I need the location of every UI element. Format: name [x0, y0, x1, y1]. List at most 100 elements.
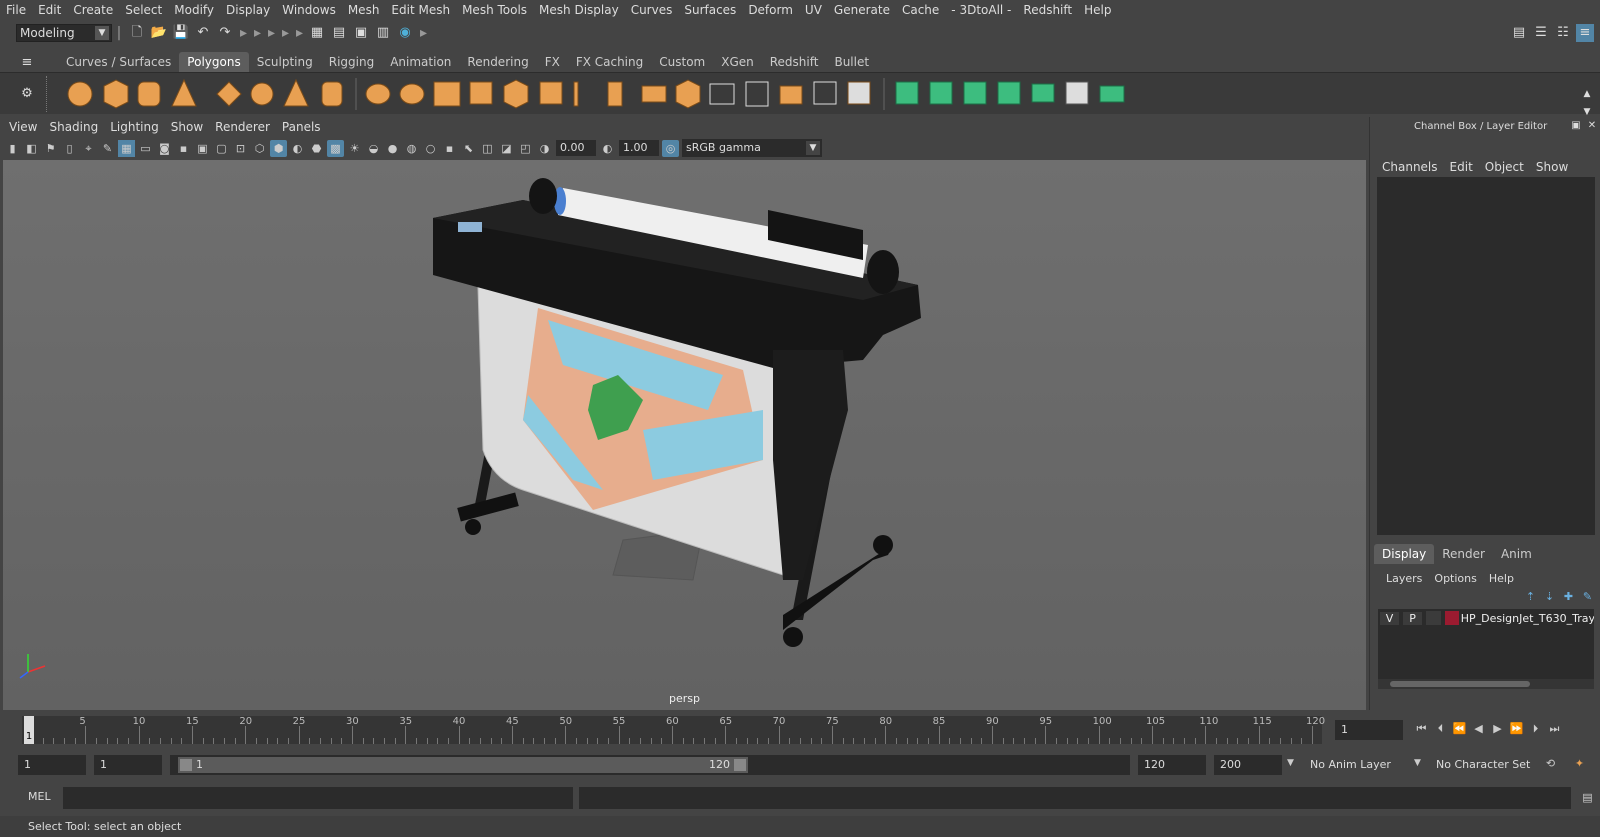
shelf-icons[interactable]	[58, 76, 1498, 112]
close-icon[interactable]: ✕	[1586, 117, 1598, 135]
menu-mesh-display[interactable]: Mesh Display	[533, 3, 625, 17]
layer-menu-options[interactable]: Options	[1428, 572, 1482, 585]
mode-selector[interactable]: Modeling ▼	[16, 24, 112, 42]
menu-modify[interactable]: Modify	[168, 3, 220, 17]
exposure-field[interactable]: 0.00	[556, 140, 596, 156]
current-time-marker[interactable]: 1	[24, 716, 34, 744]
xray-components-icon[interactable]: ◰	[517, 140, 534, 157]
auto-key-icon[interactable]: ⟲	[1542, 755, 1559, 772]
undo-icon[interactable]: ↶	[194, 24, 212, 42]
save-scene-icon[interactable]: 💾	[172, 24, 190, 42]
scrollbar-thumb[interactable]	[1390, 681, 1530, 687]
layer-visibility-toggle[interactable]: V	[1380, 611, 1400, 625]
color-space-dropdown[interactable]: sRGB gamma ▼	[682, 139, 822, 157]
channel-box-menu-channels[interactable]: Channels	[1376, 160, 1444, 174]
channel-box-menu-show[interactable]: Show	[1530, 160, 1574, 174]
shelf-settings-icon[interactable]: ⚙	[18, 85, 36, 103]
go-to-end-icon[interactable]: ⏭	[1546, 720, 1563, 737]
viewport-menu-panels[interactable]: Panels	[276, 120, 327, 134]
bookmark-icon[interactable]: ⚑	[42, 140, 59, 157]
ipr-render-icon[interactable]: ▣	[352, 24, 370, 42]
render-settings-icon[interactable]: ▥	[374, 24, 392, 42]
color-management-icon[interactable]: ◎	[662, 139, 679, 157]
channel-box-menu-object[interactable]: Object	[1479, 160, 1530, 174]
workspace-icon[interactable]: ▤	[1510, 24, 1528, 42]
shadows-icon[interactable]: ◒	[365, 140, 382, 157]
layer-tab-display[interactable]: Display	[1374, 544, 1435, 564]
hypershade-icon[interactable]: ◉	[396, 24, 414, 42]
step-forward-key-icon[interactable]: ⏩	[1508, 720, 1525, 737]
range-slider-handle[interactable]: 1 120	[178, 757, 748, 773]
viewport-persp[interactable]: persp	[3, 160, 1366, 710]
range-end-knob[interactable]	[734, 759, 746, 771]
scene-end-field[interactable]: 200	[1214, 755, 1282, 775]
menu-windows[interactable]: Windows	[276, 3, 342, 17]
motion-blur-icon[interactable]: ◍	[403, 140, 420, 157]
viewport-menu-show[interactable]: Show	[165, 120, 209, 134]
play-forwards-icon[interactable]: ▶	[1489, 720, 1506, 737]
shelf-tab-sculpting[interactable]: Sculpting	[249, 52, 321, 72]
shelf-tab-rigging[interactable]: Rigging	[321, 52, 382, 72]
resolution-gate-icon[interactable]: ◙	[156, 140, 173, 157]
shelf-tab-redshift[interactable]: Redshift	[762, 52, 827, 72]
textured-icon[interactable]: ▩	[327, 139, 344, 157]
depth-of-field-icon[interactable]: ▪	[441, 140, 458, 157]
shelf-tab-fx[interactable]: FX	[537, 52, 568, 72]
chevron-down-icon[interactable]: ▼	[1287, 758, 1294, 768]
playback-start-field[interactable]: 1	[94, 755, 162, 775]
viewport-menu-lighting[interactable]: Lighting	[104, 120, 165, 134]
gamma-field[interactable]: 1.00	[619, 140, 659, 156]
safe-title-icon[interactable]: ⊡	[232, 140, 249, 157]
menu-edit[interactable]: Edit	[32, 3, 67, 17]
animation-preferences-icon[interactable]: ✦	[1571, 755, 1588, 772]
step-forward-frame-icon[interactable]: ⏵	[1527, 720, 1544, 737]
printer-model[interactable]	[3, 160, 1366, 710]
script-editor-icon[interactable]: ▤	[1579, 789, 1596, 806]
viewport-menu-shading[interactable]: Shading	[43, 120, 104, 134]
film-gate-icon[interactable]: ▭	[137, 140, 154, 157]
menu-edit-mesh[interactable]: Edit Mesh	[385, 3, 456, 17]
shelf-menu-icon[interactable]: ≡	[18, 54, 36, 72]
channel-box-menu-edit[interactable]: Edit	[1444, 160, 1479, 174]
open-scene-icon[interactable]: 📂	[150, 24, 168, 42]
xray-icon[interactable]: ◫	[479, 140, 496, 157]
menu-help[interactable]: Help	[1078, 3, 1117, 17]
menu-mesh-tools[interactable]: Mesh Tools	[456, 3, 533, 17]
use-all-lights-icon[interactable]: ☀	[346, 140, 363, 157]
menu-mesh[interactable]: Mesh	[342, 3, 386, 17]
menu-redshift[interactable]: Redshift	[1017, 3, 1078, 17]
viewport-menu-view[interactable]: View	[3, 120, 43, 134]
layer-display-type[interactable]	[1426, 611, 1442, 625]
2d-pan-zoom-icon[interactable]: ⌖	[80, 140, 97, 157]
shelf-tab-curves-surfaces[interactable]: Curves / Surfaces	[58, 52, 179, 72]
isolate-select-icon[interactable]: ⬉	[460, 140, 477, 157]
use-default-material-icon[interactable]: ◐	[289, 140, 306, 157]
camera-attributes-icon[interactable]: ◧	[23, 140, 40, 157]
menu-display[interactable]: Display	[220, 3, 276, 17]
go-to-start-icon[interactable]: ⏮	[1413, 720, 1430, 737]
menu-generate[interactable]: Generate	[828, 3, 896, 17]
layer-menu-help[interactable]: Help	[1483, 572, 1520, 585]
grease-pencil-icon[interactable]: ✎	[99, 140, 116, 157]
shelf-tab-rendering[interactable]: Rendering	[459, 52, 536, 72]
layer-tab-anim[interactable]: Anim	[1493, 544, 1540, 564]
move-layer-down-icon[interactable]: ⇣	[1541, 588, 1558, 605]
step-back-frame-icon[interactable]: ⏴	[1432, 720, 1449, 737]
menu-select[interactable]: Select	[119, 3, 168, 17]
render-view-icon[interactable]: ▦	[308, 24, 326, 42]
menu-deform[interactable]: Deform	[742, 3, 799, 17]
command-language[interactable]: MEL	[28, 790, 51, 803]
anim-layer-dropdown[interactable]: No Anim Layer	[1304, 755, 1404, 775]
layer-playback-toggle[interactable]: P	[1403, 611, 1423, 625]
smooth-shade-icon[interactable]: ⬢	[270, 139, 287, 157]
viewport-menu-renderer[interactable]: Renderer	[209, 120, 276, 134]
menu-create[interactable]: Create	[67, 3, 119, 17]
shelf-tab-animation[interactable]: Animation	[382, 52, 459, 72]
time-ruler[interactable]: 1 5 10 15 20 25 30 35 40 45 50 55 60 65 70 75 80 85 90 95 1…	[22, 716, 1325, 744]
grid-icon[interactable]: ▦	[118, 139, 135, 157]
select-camera-icon[interactable]: ▮	[4, 140, 21, 157]
shelf-tab-custom[interactable]: Custom	[651, 52, 713, 72]
tool-settings-toggle-icon[interactable]: ☷	[1554, 24, 1572, 42]
shelf-tab-polygons[interactable]: Polygons	[179, 52, 249, 72]
safe-action-icon[interactable]: ▢	[213, 140, 230, 157]
